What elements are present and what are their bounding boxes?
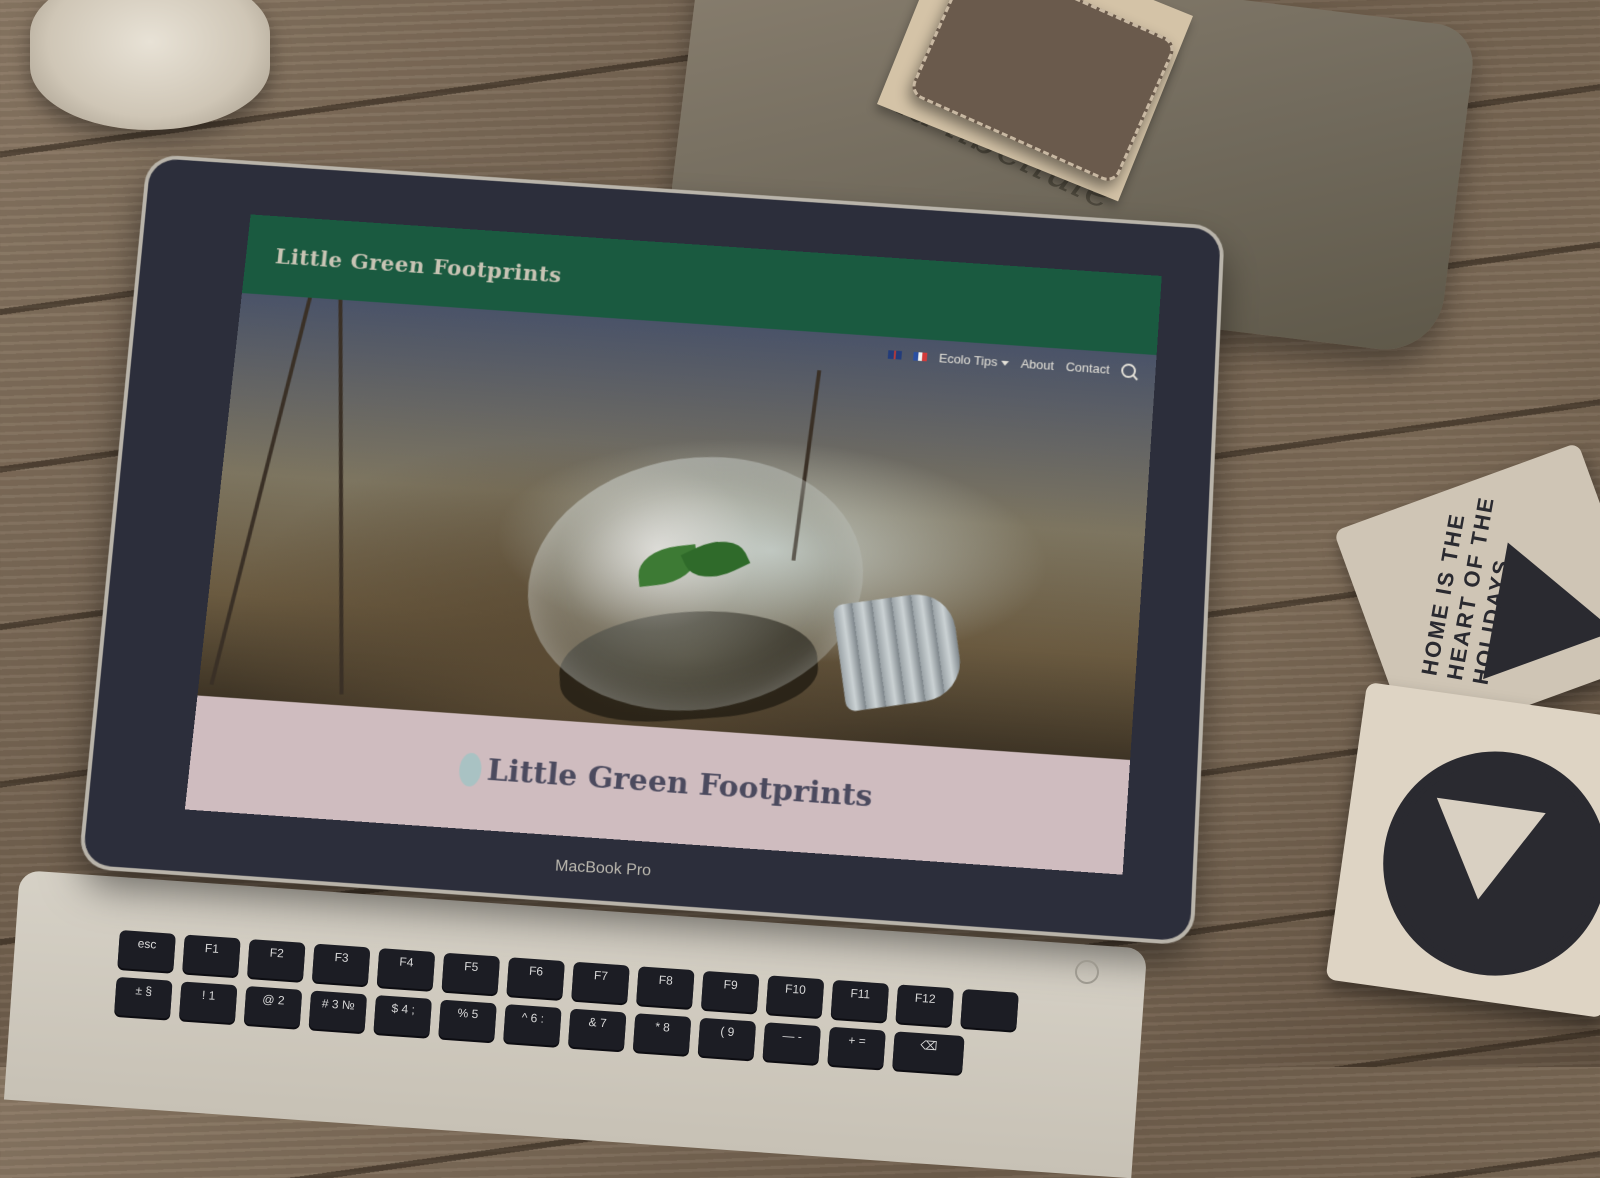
triangle-mark-icon	[1424, 798, 1546, 907]
bulb-socket-graphic	[832, 590, 965, 713]
key[interactable]: F1	[182, 935, 241, 977]
coaster-tile-bottom	[1325, 682, 1600, 1018]
footprint-icon	[458, 752, 483, 787]
key[interactable]: + =	[827, 1027, 886, 1069]
footer-logo: Little Green Footprints	[458, 751, 874, 814]
eject-key[interactable]	[960, 989, 1019, 1031]
footer-brand-text: Little Green Footprints	[486, 753, 874, 814]
twig-graphic	[338, 293, 343, 694]
key[interactable]: * 8	[633, 1013, 692, 1055]
key[interactable]: F9	[701, 971, 760, 1013]
search-icon[interactable]	[1121, 363, 1137, 378]
site-logo[interactable]: Little Green Footprints	[274, 244, 563, 288]
key[interactable]: F7	[571, 962, 630, 1004]
key[interactable]: F8	[636, 966, 695, 1008]
key[interactable]: ! 1	[179, 981, 238, 1023]
nav-about[interactable]: About	[1020, 356, 1054, 372]
key[interactable]: F5	[442, 953, 501, 995]
key[interactable]: ^ 6 :	[503, 1004, 562, 1046]
key[interactable]: $ 4 ;	[373, 995, 432, 1037]
key[interactable]: F6	[506, 957, 565, 999]
key[interactable]: & 7	[568, 1009, 627, 1051]
key[interactable]: F12	[895, 984, 954, 1026]
fr-flag-icon[interactable]	[913, 352, 927, 361]
uk-flag-icon[interactable]	[888, 350, 902, 359]
key[interactable]: @ 2	[244, 986, 303, 1028]
key[interactable]: — -	[762, 1022, 821, 1064]
key[interactable]: F4	[377, 948, 436, 990]
key[interactable]: esc	[117, 930, 176, 972]
jar-label	[71, 53, 239, 77]
key[interactable]: # 3 №	[309, 990, 368, 1032]
nav-contact[interactable]: Contact	[1065, 359, 1110, 376]
key[interactable]: ( 9	[698, 1018, 757, 1060]
key[interactable]: ± §	[114, 977, 173, 1019]
key[interactable]: F2	[247, 939, 306, 981]
key[interactable]: F11	[831, 980, 890, 1022]
backspace-key[interactable]: ⌫	[892, 1031, 964, 1074]
key[interactable]: F3	[312, 944, 371, 986]
sprout-icon	[636, 536, 749, 597]
key[interactable]: F10	[766, 975, 825, 1017]
tin-jar	[30, 0, 270, 130]
laptop-screen: Little Green Footprints Ecolo Tips About…	[185, 214, 1162, 874]
chevron-down-icon	[1001, 361, 1009, 366]
key[interactable]: % 5	[438, 1000, 497, 1042]
